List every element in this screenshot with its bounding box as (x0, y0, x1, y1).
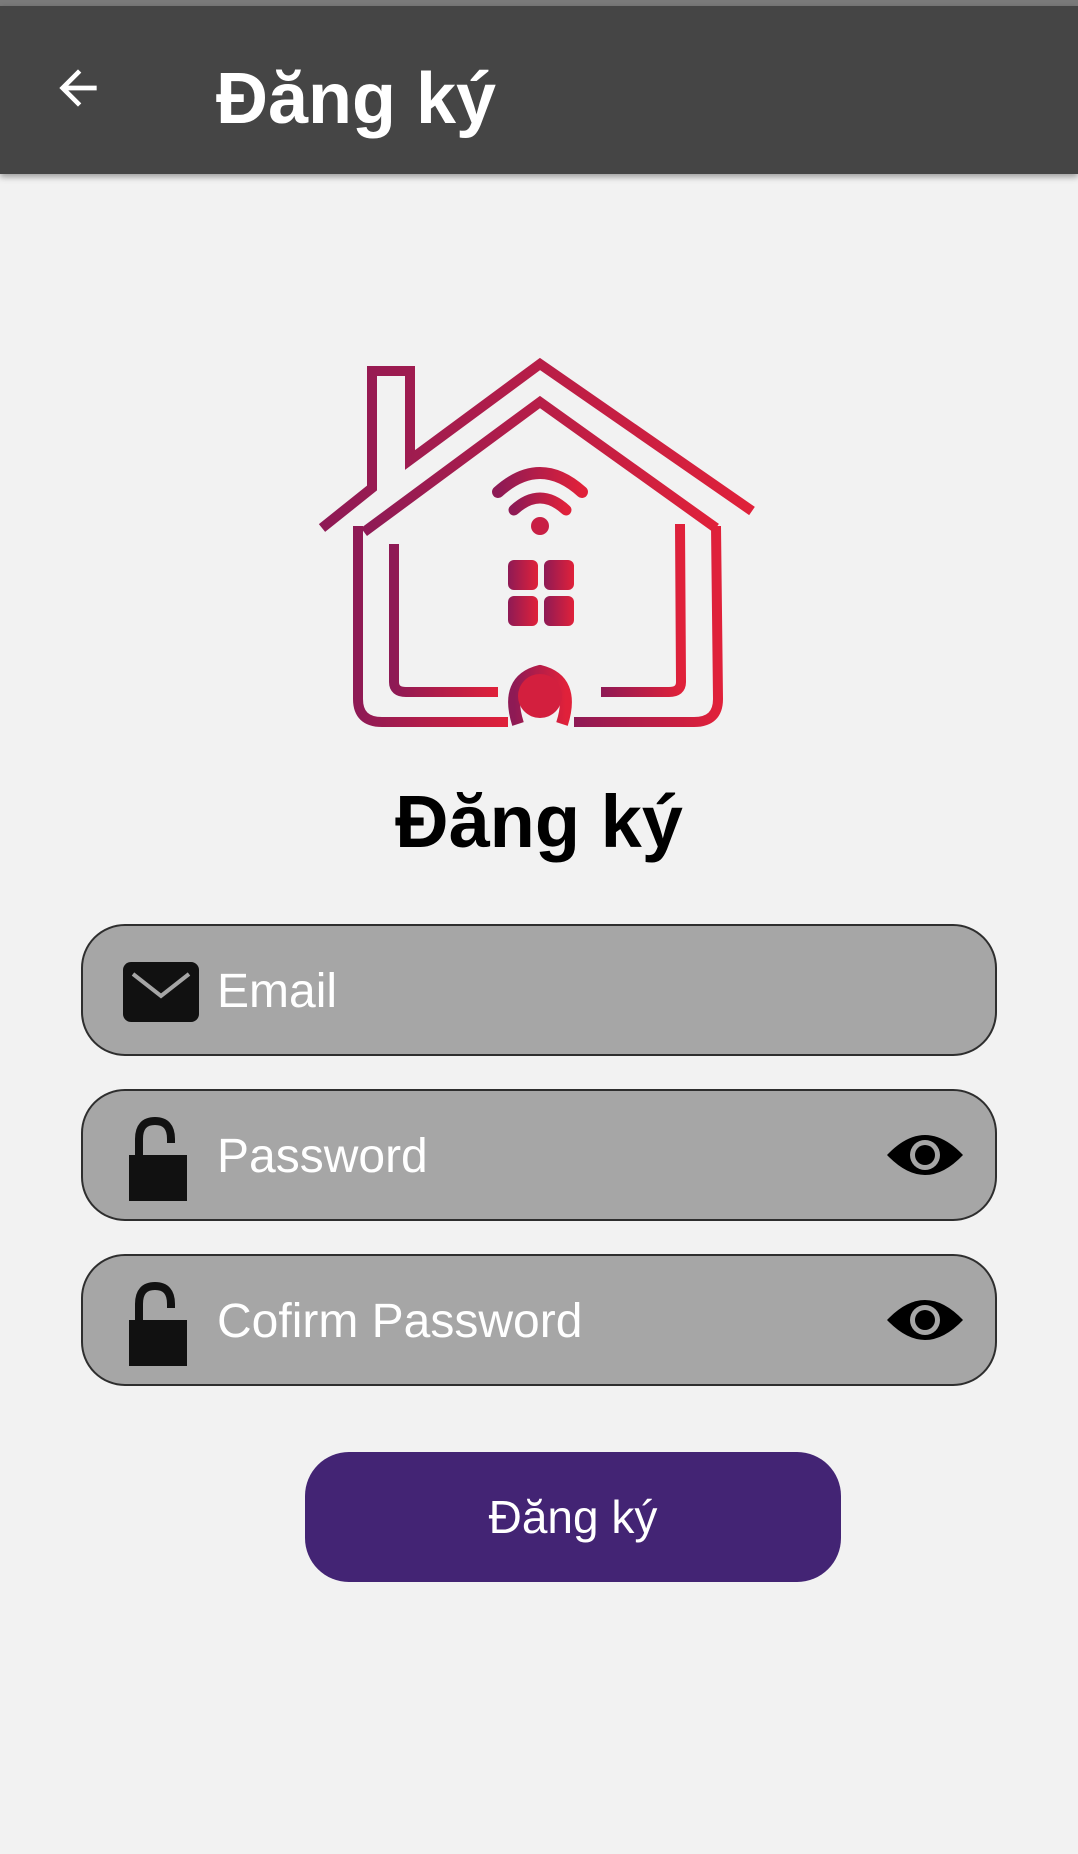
toggle-confirm-password-visibility-button[interactable] (885, 1288, 965, 1352)
email-field-container (81, 924, 997, 1056)
password-input[interactable] (217, 1113, 817, 1199)
back-button[interactable] (38, 48, 118, 128)
app-bar: Đăng ký (0, 6, 1078, 174)
eye-icon (887, 1300, 963, 1340)
smart-home-icon (318, 357, 755, 727)
arrow-left-icon (59, 69, 97, 107)
confirm-password-input[interactable] (217, 1278, 817, 1364)
unlock-icon (129, 1282, 187, 1366)
eye-icon (887, 1135, 963, 1175)
page-heading: Đăng ký (395, 780, 683, 863)
email-input[interactable] (217, 948, 817, 1034)
register-button[interactable]: Đăng ký (305, 1452, 841, 1582)
toggle-password-visibility-button[interactable] (885, 1123, 965, 1187)
app-bar-title: Đăng ký (216, 59, 497, 139)
confirm-password-field-container (81, 1254, 997, 1386)
mail-icon (123, 962, 199, 1022)
unlock-icon (129, 1117, 187, 1201)
password-field-container (81, 1089, 997, 1221)
